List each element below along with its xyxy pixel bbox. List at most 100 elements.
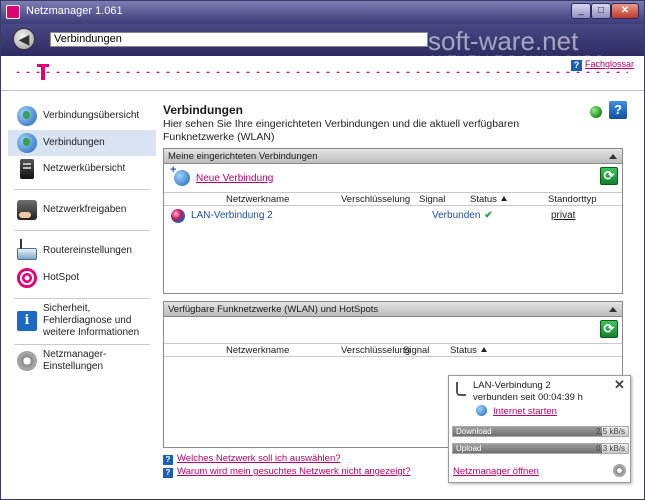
popup-subtitle: verbunden seit 00:04:39 h — [473, 392, 583, 403]
wlan-header: Verfügbare Funknetzwerke (WLAN) und HotS… — [164, 302, 622, 317]
app-icon — [6, 5, 20, 19]
sidebar-divider — [14, 230, 150, 231]
upload-label: Upload — [456, 444, 482, 453]
panel-title: Meine eingerichteten Verbindungen — [168, 151, 318, 162]
column-header-name[interactable]: Netzwerkname — [226, 344, 289, 357]
sidebar-item-label: Sicherheit, Fehlerdiagnose und weitere I… — [43, 303, 140, 338]
sidebar-item-label: Routereinstellungen — [43, 245, 132, 256]
column-header-encryption[interactable]: Verschlüsselung — [341, 344, 410, 357]
window-titlebar: Netzmanager 1.061 _ □ ✕ — [0, 0, 645, 24]
wlan-table-header: Netzwerkname Verschlüsselung Signal Stat… — [164, 343, 622, 357]
share-hand-icon — [17, 200, 37, 220]
panel-title: Verfügbare Funknetzwerke (WLAN) und HotS… — [168, 304, 379, 315]
connection-location-type[interactable]: privat — [551, 207, 575, 225]
brand-header — [0, 56, 645, 90]
minimize-button[interactable]: _ — [571, 3, 591, 19]
close-button[interactable]: ✕ — [611, 3, 639, 19]
popup-close-icon[interactable]: ✕ — [614, 377, 625, 393]
collapse-icon[interactable] — [609, 154, 617, 159]
sidebar-item-einstellungen[interactable]: Netzmanager-Einstellungen — [8, 348, 156, 374]
glossary-link[interactable]: Fachglossar — [585, 59, 634, 69]
help-link-network-choice[interactable]: ? Welches Netzwerk soll ich auswählen? — [163, 453, 341, 465]
column-header-status[interactable]: Status — [470, 193, 507, 206]
upload-value: 0,3 kB/s — [596, 444, 625, 453]
column-header-signal[interactable]: Signal — [403, 344, 429, 357]
connections-table-header: Netzwerkname Verschlüsselung Signal Stat… — [164, 192, 622, 206]
column-header-name[interactable]: Netzwerkname — [226, 193, 289, 206]
collapse-icon[interactable] — [609, 307, 617, 312]
column-header-location[interactable]: Standorttyp — [548, 193, 597, 206]
sidebar: Verbindungsübersicht Verbindungen Netzwe… — [8, 98, 156, 490]
my-connections-header: Meine eingerichteten Verbindungen — [164, 149, 622, 164]
hotspot-icon — [17, 268, 37, 288]
sidebar-item-label: Netzmanager-Einstellungen — [43, 349, 107, 372]
my-connections-panel: Meine eingerichteten Verbindungen Neue V… — [163, 148, 623, 294]
download-meter: Download 2,5 kB/s — [452, 426, 629, 437]
back-button[interactable]: ◀ — [13, 28, 35, 50]
checkmark-icon: ✔ — [484, 210, 493, 221]
sidebar-divider — [14, 298, 150, 299]
sidebar-item-verbindungen[interactable]: Verbindungen — [8, 130, 156, 156]
gear-icon — [17, 351, 37, 371]
connection-popup: LAN-Verbindung 2 verbunden seit 00:04:39… — [448, 375, 631, 483]
help-button[interactable]: ? — [609, 101, 627, 119]
page-description: Hier sehen Sie Ihre eingerichteten Verbi… — [163, 118, 520, 143]
help-icon: ? — [163, 468, 173, 478]
help-link-network-missing[interactable]: ? Warum wird mein gesuchtes Netzwerk nich… — [163, 466, 411, 478]
popup-title: LAN-Verbindung 2 — [473, 380, 551, 391]
sidebar-item-label: Verbindungsübersicht — [43, 110, 140, 121]
sidebar-item-label: Netzwerkfreigaben — [43, 204, 127, 215]
sidebar-item-label: Verbindungen — [43, 137, 105, 148]
sidebar-item-routereinstellungen[interactable]: Routereinstellungen — [8, 238, 156, 264]
open-netzmanager-link[interactable]: Netzmanager öffnen — [453, 466, 539, 477]
column-header-encryption[interactable]: Verschlüsselung — [341, 193, 410, 206]
download-label: Download — [456, 427, 492, 436]
column-header-status-label: Status — [450, 345, 477, 356]
help-icon: ? — [163, 455, 173, 465]
internet-start-link[interactable]: Internet starten — [493, 406, 557, 417]
upload-meter: Upload 0,3 kB/s — [452, 443, 629, 454]
address-field[interactable]: Verbindungen — [50, 32, 428, 47]
sidebar-item-sicherheit[interactable]: Sicherheit, Fehlerdiagnose und weitere I… — [8, 303, 156, 338]
refresh-connections-button[interactable]: ⟳ — [600, 167, 618, 185]
sort-ascending-icon — [480, 347, 487, 352]
server-icon — [20, 159, 34, 179]
column-header-status-label: Status — [470, 194, 497, 205]
sidebar-item-netzwerkuebersicht[interactable]: Netzwerkübersicht — [8, 156, 156, 182]
table-row[interactable]: LAN-Verbindung 2 Verbunden ✔ privat — [164, 207, 622, 225]
gear-icon[interactable] — [613, 464, 626, 477]
window-title: Netzmanager 1.061 — [26, 5, 123, 17]
router-icon — [17, 239, 37, 260]
maximize-button[interactable]: □ — [591, 3, 611, 19]
help-link-label: Welches Netzwerk soll ich auswählen? — [177, 453, 341, 464]
connection-status-icon — [590, 106, 602, 118]
lan-connection-icon — [171, 209, 185, 223]
info-icon — [17, 311, 37, 331]
column-header-status[interactable]: Status — [450, 344, 487, 357]
new-connection-icon[interactable] — [170, 164, 190, 186]
sidebar-item-label: Netzwerkübersicht — [43, 163, 126, 174]
dot-line — [13, 71, 628, 73]
connection-status-label: Verbunden — [432, 210, 481, 221]
sidebar-item-hotspot[interactable]: HotSpot — [8, 265, 156, 291]
download-value: 2,5 kB/s — [596, 427, 625, 436]
refresh-wlan-button[interactable]: ⟳ — [600, 320, 618, 338]
help-link-label: Warum wird mein gesuchtes Netzwerk nicht… — [177, 466, 411, 477]
new-connection-link[interactable]: Neue Verbindung — [196, 173, 273, 184]
globe-icon — [476, 405, 487, 416]
sidebar-item-netzwerkfreigaben[interactable]: Netzwerkfreigaben — [8, 197, 156, 223]
lan-cable-icon — [456, 382, 466, 396]
glossary-help-icon[interactable]: ? — [571, 60, 582, 71]
connection-status: Verbunden ✔ — [432, 207, 493, 225]
globe-network-icon — [17, 133, 37, 153]
connection-name: LAN-Verbindung 2 — [191, 210, 273, 221]
sidebar-divider — [14, 189, 150, 190]
column-header-signal[interactable]: Signal — [419, 193, 445, 206]
globe-icon — [17, 106, 37, 126]
sidebar-item-label: HotSpot — [43, 272, 80, 283]
sort-ascending-icon — [500, 196, 507, 201]
sidebar-divider — [14, 344, 150, 345]
telekom-logo — [37, 64, 49, 82]
sidebar-item-verbindungsuebersicht[interactable]: Verbindungsübersicht — [8, 103, 156, 129]
page-title: Verbindungen — [163, 103, 244, 117]
